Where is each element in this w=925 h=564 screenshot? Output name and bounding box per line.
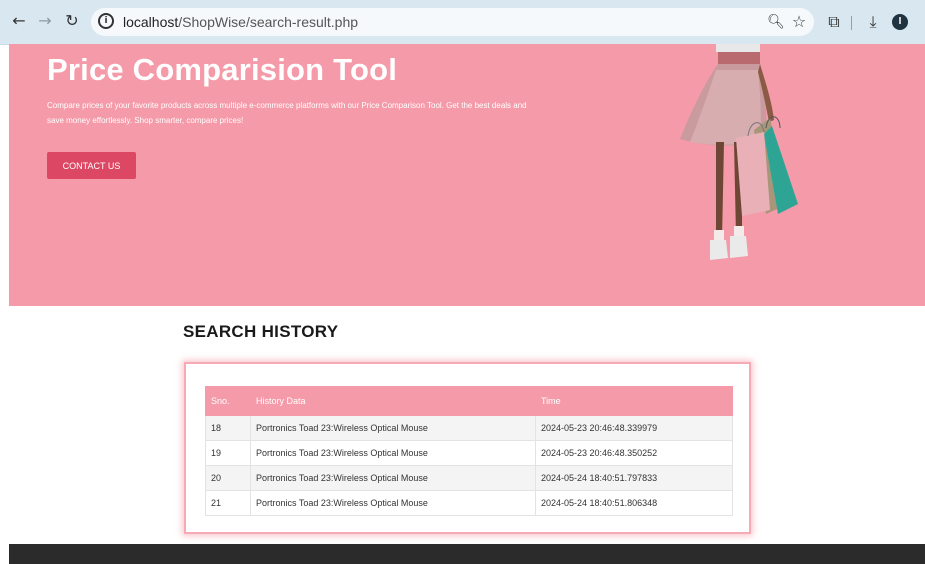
url-text[interactable]: localhost/ShopWise/search-result.php bbox=[123, 14, 358, 30]
search-history-card: Sno. History Data Time 18 Portronics Toa… bbox=[184, 362, 751, 534]
search-history-table: Sno. History Data Time 18 Portronics Toa… bbox=[205, 386, 733, 516]
site-info-icon[interactable]: i bbox=[98, 13, 114, 29]
puzzle-icon[interactable]: ⧉ bbox=[823, 10, 845, 34]
url-path: /ShopWise/search-result.php bbox=[178, 14, 359, 30]
star-icon[interactable]: ☆ bbox=[788, 10, 810, 34]
hero-description: Compare prices of your favorite products… bbox=[47, 101, 527, 125]
contact-us-button[interactable]: CONTACT US bbox=[47, 152, 136, 179]
forward-arrow-icon[interactable]: → bbox=[33, 9, 57, 33]
cell-sno: 18 bbox=[205, 415, 251, 441]
search-history-title: SEARCH HISTORY bbox=[183, 322, 339, 341]
back-arrow-icon[interactable]: ← bbox=[7, 9, 31, 33]
hero-banner: Price Comparision Tool Compare prices of… bbox=[9, 44, 925, 306]
cell-history-data: Portronics Toad 23:Wireless Optical Mous… bbox=[250, 490, 536, 516]
zoom-icon[interactable]: 🔍︎ bbox=[765, 10, 787, 34]
table-row: 19 Portronics Toad 23:Wireless Optical M… bbox=[205, 440, 733, 466]
cell-history-data: Portronics Toad 23:Wireless Optical Mous… bbox=[250, 415, 536, 441]
cell-history-data: Portronics Toad 23:Wireless Optical Mous… bbox=[250, 440, 536, 466]
page-footer bbox=[9, 544, 925, 564]
model-with-shopping-bags-image bbox=[680, 44, 798, 260]
column-header-time: Time bbox=[535, 386, 733, 416]
browser-toolbar: ← → ↻ i localhost/ShopWise/search-result… bbox=[0, 0, 925, 45]
column-header-sno: Sno. bbox=[205, 386, 251, 416]
cell-time: 2024-05-24 18:40:51.797833 bbox=[535, 465, 733, 491]
toolbar-divider bbox=[851, 16, 852, 30]
address-bar[interactable]: i localhost/ShopWise/search-result.php 🔍… bbox=[91, 8, 814, 36]
cell-sno: 20 bbox=[205, 465, 251, 491]
table-row: 20 Portronics Toad 23:Wireless Optical M… bbox=[205, 465, 733, 491]
table-row: 21 Portronics Toad 23:Wireless Optical M… bbox=[205, 490, 733, 516]
column-header-history-data: History Data bbox=[250, 386, 536, 416]
cell-time: 2024-05-23 20:46:48.350252 bbox=[535, 440, 733, 466]
download-icon[interactable]: ⤓ bbox=[862, 10, 884, 34]
cell-sno: 21 bbox=[205, 490, 251, 516]
cell-sno: 19 bbox=[205, 440, 251, 466]
hero-title: Price Comparision Tool bbox=[47, 52, 398, 87]
table-header-row: Sno. History Data Time bbox=[205, 386, 733, 416]
table-row: 18 Portronics Toad 23:Wireless Optical M… bbox=[205, 415, 733, 441]
cell-time: 2024-05-24 18:40:51.806348 bbox=[535, 490, 733, 516]
url-host: localhost bbox=[123, 14, 179, 30]
cell-time: 2024-05-23 20:46:48.339979 bbox=[535, 415, 733, 441]
profile-avatar[interactable]: I bbox=[892, 14, 908, 30]
reload-icon[interactable]: ↻ bbox=[60, 9, 84, 33]
cell-history-data: Portronics Toad 23:Wireless Optical Mous… bbox=[250, 465, 536, 491]
